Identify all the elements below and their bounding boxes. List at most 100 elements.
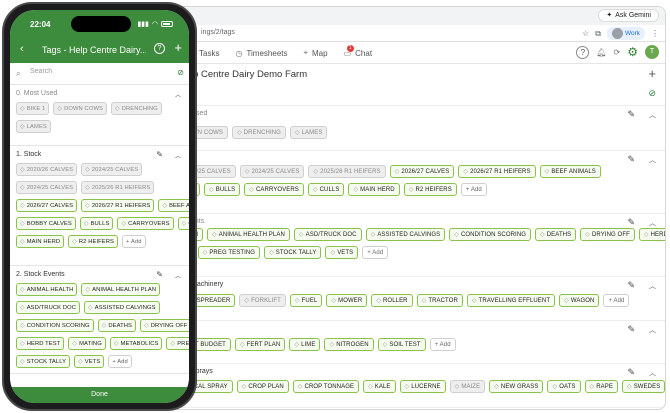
- tag-chip[interactable]: ◇PREG TESTING: [197, 246, 261, 259]
- tag-chip[interactable]: ◇ DRYING OFF: [140, 319, 189, 332]
- collapse-chevron-icon[interactable]: ︿: [649, 110, 656, 120]
- bell-icon[interactable]: 🔔︎: [596, 48, 606, 57]
- tag-chip[interactable]: ◇ ASD/TRUCK DOC: [293, 228, 362, 241]
- tag-chip[interactable]: ◇ LAMES: [16, 120, 51, 133]
- tag-chip[interactable]: ◇ MOWER: [326, 294, 368, 307]
- add-tag-button[interactable]: + Add: [460, 183, 487, 196]
- collapse-chevron-icon[interactable]: ︿: [649, 155, 656, 165]
- hide-inactive-icon[interactable]: ⊘: [648, 88, 656, 99]
- done-button[interactable]: Done: [10, 387, 189, 403]
- add-tag-button[interactable]: + Add: [603, 294, 630, 307]
- tag-chip[interactable]: ◇ CONDITION SCORING: [16, 319, 94, 332]
- tag-chip[interactable]: ◇ R2 HEIFERS: [68, 235, 119, 248]
- tag-chip[interactable]: ◇ R2 HEIFERS: [403, 183, 457, 196]
- tag-chip[interactable]: ◇ TRAVELLING EFFLUENT: [466, 294, 556, 307]
- tag-chip[interactable]: ◇ CROP PLAN: [236, 380, 289, 393]
- collapse-chevron-icon[interactable]: ︿: [175, 271, 181, 280]
- tag-chip[interactable]: ◇ 2026/27 CALVES: [389, 165, 455, 178]
- tag-chip[interactable]: ◇ DEATHS: [97, 319, 137, 332]
- tag-chip[interactable]: ◇ DRYING OFF: [580, 228, 635, 241]
- nav-chat[interactable]: ▭ 1 Chat: [344, 44, 372, 58]
- tag-chip[interactable]: ◇ CROP TONNAGE: [292, 380, 360, 393]
- bookmark-star-icon[interactable]: ☆: [582, 29, 589, 38]
- collapse-chevron-icon[interactable]: ︿: [649, 325, 656, 335]
- tag-chip[interactable]: ◇ BULLS: [204, 183, 241, 196]
- tag-chip[interactable]: ◇ MAIZE: [449, 380, 486, 393]
- tag-chip[interactable]: ◇ RAPE: [584, 380, 618, 393]
- edit-pencil-icon[interactable]: ✎: [156, 270, 163, 279]
- tag-chip[interactable]: ◇ FERT PLAN: [234, 338, 286, 351]
- tag-chip[interactable]: ◇ MATING: [68, 337, 106, 350]
- add-tag-group-button[interactable]: +: [648, 66, 656, 81]
- tag-chip[interactable]: ◇CULLS: [177, 217, 189, 230]
- help-icon[interactable]: ?: [154, 43, 165, 54]
- tag-chip[interactable]: ◇ CONDITION SCORING: [449, 228, 532, 241]
- tag-chip[interactable]: ◇ DEATHS: [535, 228, 577, 241]
- tag-chip[interactable]: ◇ MAIN HERD: [348, 183, 400, 196]
- profile-chip[interactable]: Work: [606, 27, 645, 40]
- tag-chip[interactable]: ◇ ANIMAL HEALTH: [16, 283, 78, 296]
- tag-chip[interactable]: ◇HERD TEST: [16, 337, 65, 350]
- tag-chip[interactable]: ◇ DRENCHING: [231, 126, 286, 139]
- tag-chip[interactable]: ◇ OATS: [547, 380, 581, 393]
- tag-chip[interactable]: ◇ NEW GRASS: [489, 380, 544, 393]
- tag-chip[interactable]: ◇ LAMES: [289, 126, 328, 139]
- address-bar[interactable]: ings/2/tags ☆ ⧉ Work ⋮: [171, 25, 665, 42]
- tag-chip[interactable]: ◇ STOCK TALLY: [16, 355, 71, 368]
- tag-chip[interactable]: ◇ ROLLER: [371, 294, 413, 307]
- tag-chip[interactable]: ◇ LIME: [289, 338, 321, 351]
- edit-pencil-icon[interactable]: ✎: [627, 109, 635, 120]
- nav-map[interactable]: ⌖ Map: [304, 48, 328, 58]
- add-icon[interactable]: +: [174, 40, 182, 55]
- help-icon[interactable]: ?: [576, 45, 590, 59]
- tag-chip[interactable]: ◇ STOCK TALLY: [264, 246, 322, 259]
- edit-pencil-icon[interactable]: ✎: [627, 154, 635, 165]
- tag-chip[interactable]: ◇ ANIMAL HEALTH PLAN: [207, 228, 290, 241]
- nav-timesheets[interactable]: ◷ Timesheets: [235, 49, 287, 58]
- tag-chip[interactable]: ◇ FORKLIFT: [239, 294, 286, 307]
- tag-chip[interactable]: ◇DOWN COWS: [53, 102, 107, 115]
- tag-chip[interactable]: ◇ SWEDES: [621, 380, 665, 393]
- tag-chip[interactable]: ◇ CARRYOVERS: [117, 217, 174, 230]
- hide-inactive-icon[interactable]: ⊘: [177, 68, 184, 77]
- menu-dots-icon[interactable]: ⋮: [651, 29, 659, 38]
- collapse-chevron-icon[interactable]: ︿: [175, 90, 181, 99]
- tag-chip[interactable]: ◇ ASSISTED CALVINGS: [365, 228, 446, 241]
- tag-chip[interactable]: ◇ ASD/TRUCK DOC: [16, 301, 81, 314]
- edit-pencil-icon[interactable]: ✎: [156, 150, 163, 159]
- tag-chip[interactable]: ◇BEEF ANIMALS: [158, 199, 189, 212]
- tag-chip[interactable]: ◇ DRENCHING: [111, 102, 162, 115]
- tag-chip[interactable]: ◇ METABOLICS: [109, 337, 163, 350]
- tag-chip[interactable]: ◇ ASSISTED CALVINGS: [84, 301, 160, 314]
- add-tag-button[interactable]: + Add: [429, 338, 456, 351]
- tag-chip[interactable]: ◇ BULLS: [79, 217, 114, 230]
- search-input[interactable]: [30, 68, 160, 75]
- tag-chip[interactable]: ◇ LUCERNE: [399, 380, 446, 393]
- edit-pencil-icon[interactable]: ✎: [627, 280, 635, 291]
- collapse-chevron-icon[interactable]: ︿: [649, 368, 656, 378]
- tag-chip[interactable]: ◇ ANIMAL HEALTH PLAN: [81, 283, 161, 296]
- tag-chip[interactable]: ◇ 2026/27 CALVES: [16, 199, 78, 212]
- gear-icon[interactable]: ⚙: [627, 45, 638, 59]
- tag-chip[interactable]: ◇2024/25 CALVES: [81, 163, 143, 176]
- collapse-chevron-icon[interactable]: ︿: [649, 281, 656, 291]
- collapse-chevron-icon[interactable]: ︿: [649, 218, 656, 228]
- tag-chip[interactable]: ◇ 2026/27 R1 HEIFERS: [81, 199, 155, 212]
- ask-gemini-button[interactable]: ✦ Ask Gemini: [598, 9, 659, 22]
- tag-chip[interactable]: ◇ BOBBY CALVES: [16, 217, 76, 230]
- tag-chip[interactable]: ◇CULLS: [307, 183, 345, 196]
- tag-chip[interactable]: ◇ BIKE 1: [16, 102, 50, 115]
- tag-chip[interactable]: ◇ WAGON: [559, 294, 600, 307]
- tag-chip[interactable]: ◇ KALE: [363, 380, 396, 393]
- extensions-icon[interactable]: ⧉: [595, 29, 601, 39]
- add-tag-button[interactable]: + Add: [108, 355, 132, 368]
- tag-chip[interactable]: ◇HERD TEST: [638, 228, 665, 241]
- tag-chip[interactable]: ◇ FUEL: [289, 294, 323, 307]
- add-tag-button[interactable]: + Add: [122, 235, 146, 248]
- sync-icon[interactable]: ⟳: [614, 48, 621, 57]
- tag-chip[interactable]: ◇ CARRYOVERS: [244, 183, 304, 196]
- tag-chip[interactable]: ◇ NITROGEN: [324, 338, 374, 351]
- tag-chip[interactable]: ◇ TRACTOR: [416, 294, 463, 307]
- tag-chip[interactable]: ◇2024/25 CALVES: [239, 165, 305, 178]
- tag-chip[interactable]: ◇BEEF ANIMALS: [539, 165, 601, 178]
